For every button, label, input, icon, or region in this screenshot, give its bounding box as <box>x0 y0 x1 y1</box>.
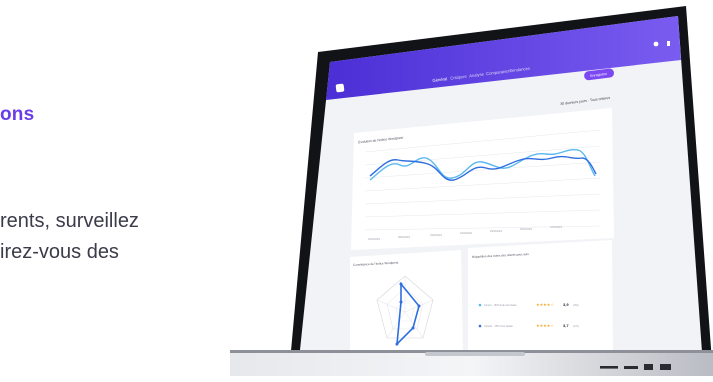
x-tick: 22/03/2019 <box>460 232 473 235</box>
x-tick: 01/03/2019 <box>368 238 381 241</box>
x-tick: 12/04/2019 <box>550 226 563 229</box>
rating-row-1-count: (184) <box>573 304 579 307</box>
rating-row-2-label: Ophélie · 1515 Cleo Natale <box>484 325 514 328</box>
laptop-port <box>624 366 638 369</box>
rating-row-1-value: 3,9 <box>563 302 569 307</box>
x-tick: 15/03/2019 <box>430 234 443 237</box>
laptop-notch <box>425 352 525 356</box>
user-icon[interactable] <box>667 41 670 46</box>
x-tick: 05/04/2019 <box>520 228 533 231</box>
laptop-port <box>600 366 618 369</box>
app-logo-icon <box>335 83 345 93</box>
laptop-port <box>644 364 653 370</box>
x-tick: 29/03/2019 <box>490 230 503 233</box>
rating-dot-icon <box>478 324 482 328</box>
rating-row-2-count: (179) <box>573 325 579 328</box>
rating-row-1-stars: ★★★★☆ <box>536 302 554 307</box>
rating-row-1-label: Gérard · 1515 Scale Ex Natale <box>484 304 517 307</box>
laptop-port <box>660 364 671 370</box>
laptop-mockup: Général Critiques Analyse Comparaison Te… <box>230 6 713 376</box>
gear-icon[interactable] <box>653 41 659 47</box>
rating-dot-icon <box>478 303 482 307</box>
rating-row-2-stars: ★★★★☆ <box>536 323 554 328</box>
rating-row-2-value: 3,7 <box>563 323 569 328</box>
x-tick: 08/03/2019 <box>398 236 411 239</box>
